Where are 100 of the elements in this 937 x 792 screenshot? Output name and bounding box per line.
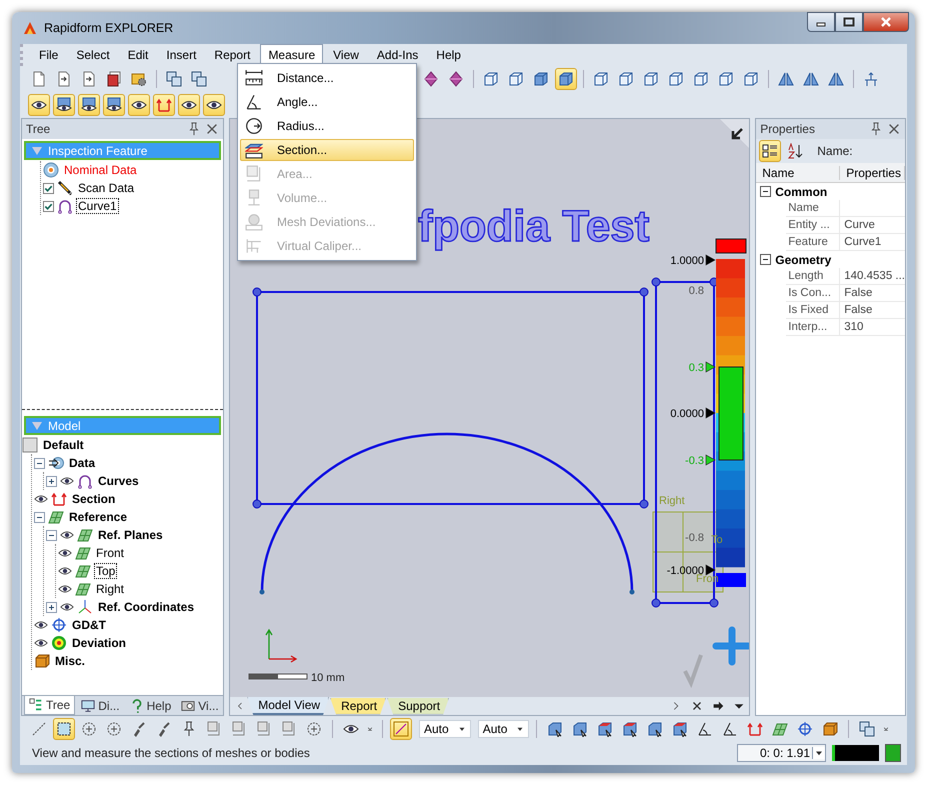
cubes-icon[interactable] (166, 71, 182, 87)
view-tab[interactable]: Support (387, 698, 450, 714)
toggle-button[interactable] (103, 94, 125, 116)
cube-icon[interactable] (618, 71, 634, 87)
toggle-button[interactable] (555, 68, 577, 90)
maximize-button[interactable] (835, 12, 863, 32)
tree-item[interactable]: Reference (67, 509, 130, 525)
menu-item[interactable]: View (325, 44, 367, 66)
tree-item[interactable]: Misc. (53, 653, 88, 669)
page-icon[interactable] (81, 71, 97, 87)
tree-item[interactable]: Curve1 (76, 198, 119, 214)
toggle-button[interactable] (178, 94, 200, 116)
tree-item[interactable]: Ref. Planes (96, 527, 165, 543)
area-icon[interactable] (256, 721, 272, 737)
pane-tab[interactable]: Help (126, 696, 176, 715)
menu-item[interactable]: Help (428, 44, 469, 66)
brush-icon[interactable] (156, 721, 172, 737)
tree-item[interactable]: GD&T (70, 617, 108, 633)
stand-icon[interactable] (863, 71, 879, 87)
tree-item[interactable]: Top (94, 563, 118, 579)
dropdown[interactable]: Auto (419, 720, 471, 738)
mirror-icon[interactable] (778, 71, 794, 87)
box-icon[interactable] (822, 721, 838, 737)
tree-item[interactable]: Scan Data (76, 180, 136, 196)
section-icon[interactable] (747, 721, 764, 737)
cube-icon[interactable] (508, 71, 524, 87)
menu-item[interactable]: File (31, 44, 66, 66)
mirror-icon[interactable] (828, 71, 844, 87)
brush-icon[interactable] (131, 721, 147, 737)
pane-tab[interactable]: Di... (77, 696, 124, 715)
pin-icon[interactable] (181, 721, 197, 737)
cube-icon[interactable] (547, 721, 564, 737)
angle-icon[interactable] (697, 721, 714, 737)
view-tab[interactable]: Model View (247, 697, 330, 715)
checkmark-icon[interactable] (683, 654, 704, 688)
toggle-button[interactable] (28, 94, 50, 116)
plane-icon[interactable] (772, 721, 788, 737)
toggle-button[interactable] (390, 718, 412, 740)
diamond-icon[interactable] (423, 71, 439, 87)
column-header[interactable]: Name (756, 166, 840, 180)
cube-icon[interactable] (743, 71, 759, 87)
gear-icon[interactable] (131, 71, 147, 87)
stack-icon[interactable] (106, 71, 122, 87)
cube-icon[interactable] (597, 721, 614, 737)
view-tab[interactable]: Report (330, 698, 386, 714)
circle-icon[interactable] (306, 721, 322, 737)
tree-item[interactable]: Nominal Data (62, 162, 139, 178)
close-button[interactable] (863, 12, 909, 32)
collapse-button[interactable] (760, 186, 772, 197)
checkbox[interactable] (43, 182, 54, 194)
cube-icon[interactable] (647, 721, 664, 737)
tree-item[interactable]: Right (94, 581, 126, 597)
area-icon[interactable] (206, 721, 222, 737)
toggle-button[interactable] (759, 140, 782, 162)
toggle-button[interactable] (153, 94, 175, 116)
tree-item[interactable]: Default (41, 437, 86, 453)
circle-icon[interactable] (81, 721, 97, 737)
menu-item[interactable]: Distance... (240, 67, 414, 89)
menu-item[interactable]: Section... (240, 139, 414, 161)
close-icon[interactable] (887, 122, 901, 136)
toggle-button[interactable] (128, 94, 150, 116)
page-icon[interactable] (56, 71, 72, 87)
cube-icon[interactable] (672, 721, 688, 737)
tree-item[interactable]: Data (67, 455, 98, 471)
cube-icon[interactable] (643, 71, 659, 87)
corner-arrow-icon[interactable] (720, 119, 750, 148)
expand-button[interactable] (46, 476, 57, 486)
menu-item[interactable]: Edit (120, 44, 156, 66)
menu-item[interactable]: Select (68, 44, 118, 66)
coordinate-dropdown[interactable]: 0: 0: 1.91 (736, 744, 826, 762)
forward-arrow-icon[interactable] (711, 699, 726, 713)
area-icon[interactable] (281, 721, 297, 737)
toggle-button[interactable] (78, 94, 100, 116)
crosshair-icon[interactable] (797, 721, 814, 737)
area-icon[interactable] (231, 721, 247, 737)
dropdown[interactable]: Auto (478, 720, 530, 738)
toggle-button[interactable] (53, 94, 75, 116)
pin-icon[interactable] (869, 122, 883, 136)
tree-item[interactable]: Section (70, 491, 118, 507)
toggle-button[interactable] (203, 94, 225, 116)
tree-item[interactable]: Ref. Coordinates (96, 599, 196, 615)
cube-icon[interactable] (693, 71, 709, 87)
collapse-button[interactable] (760, 254, 772, 265)
circle-icon[interactable] (106, 721, 122, 737)
cubes-icon[interactable] (191, 71, 207, 87)
app-logo-icon[interactable] (22, 20, 38, 36)
tree-item[interactable]: Deviation (70, 635, 128, 651)
menu-item[interactable]: Insert (158, 44, 204, 66)
menu-item[interactable]: Radius... (240, 115, 414, 137)
pane-tab[interactable]: Vi... (177, 696, 223, 715)
minimize-button[interactable] (807, 12, 835, 32)
pin-icon[interactable] (187, 122, 202, 136)
cube-icon[interactable] (668, 71, 684, 87)
collapse-button[interactable] (34, 512, 45, 522)
menu-item[interactable]: Add-Ins (368, 44, 426, 66)
mirror-icon[interactable] (803, 71, 819, 87)
cube-icon[interactable] (572, 721, 588, 737)
diamond-icon[interactable] (448, 71, 464, 87)
menu-item[interactable]: Angle... (240, 91, 414, 113)
cube-icon[interactable] (483, 71, 499, 87)
